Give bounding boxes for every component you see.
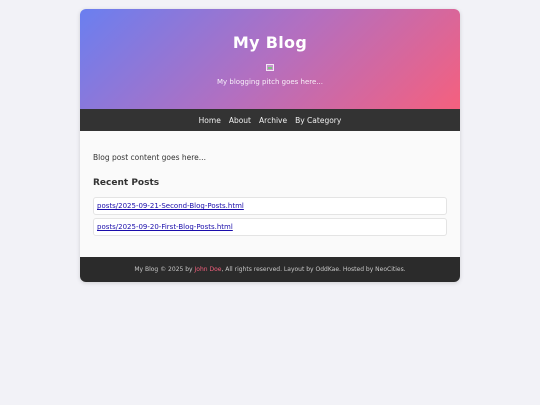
nav-archive[interactable]: Archive — [255, 116, 291, 125]
recent-posts-list: posts/2025-09-21-Second-Blog-Posts.html … — [93, 197, 447, 236]
site-pitch: My blogging pitch goes here... — [216, 78, 323, 86]
site-header: My Blog My blogging pitch goes here... — [80, 9, 460, 109]
main-content: Blog post content goes here... Recent Po… — [80, 131, 460, 257]
site-footer: My Blog © 2025 by John Doe, All rights r… — [80, 257, 460, 282]
broken-image-icon — [266, 64, 274, 71]
list-item: posts/2025-09-20-First-Blog-Posts.html — [93, 218, 447, 236]
post-link-first[interactable]: posts/2025-09-20-First-Blog-Posts.html — [97, 223, 233, 231]
site-title: My Blog — [232, 33, 308, 52]
post-content: Blog post content goes here... — [93, 153, 206, 162]
nav-home[interactable]: Home — [195, 116, 225, 125]
recent-posts-heading: Recent Posts — [93, 178, 160, 188]
footer-author[interactable]: John Doe — [195, 266, 222, 273]
nav-by-category[interactable]: By Category — [291, 116, 345, 125]
footer-prefix: My Blog © 2025 by — [134, 266, 193, 273]
post-link-second[interactable]: posts/2025-09-21-Second-Blog-Posts.html — [97, 202, 244, 210]
list-item: posts/2025-09-21-Second-Blog-Posts.html — [93, 197, 447, 215]
footer-suffix: , All rights reserved. Layout by OddKae.… — [221, 266, 406, 273]
blog-card: My Blog My blogging pitch goes here... H… — [80, 9, 460, 282]
nav-about[interactable]: About — [225, 116, 255, 125]
main-nav: Home About Archive By Category — [80, 109, 460, 131]
